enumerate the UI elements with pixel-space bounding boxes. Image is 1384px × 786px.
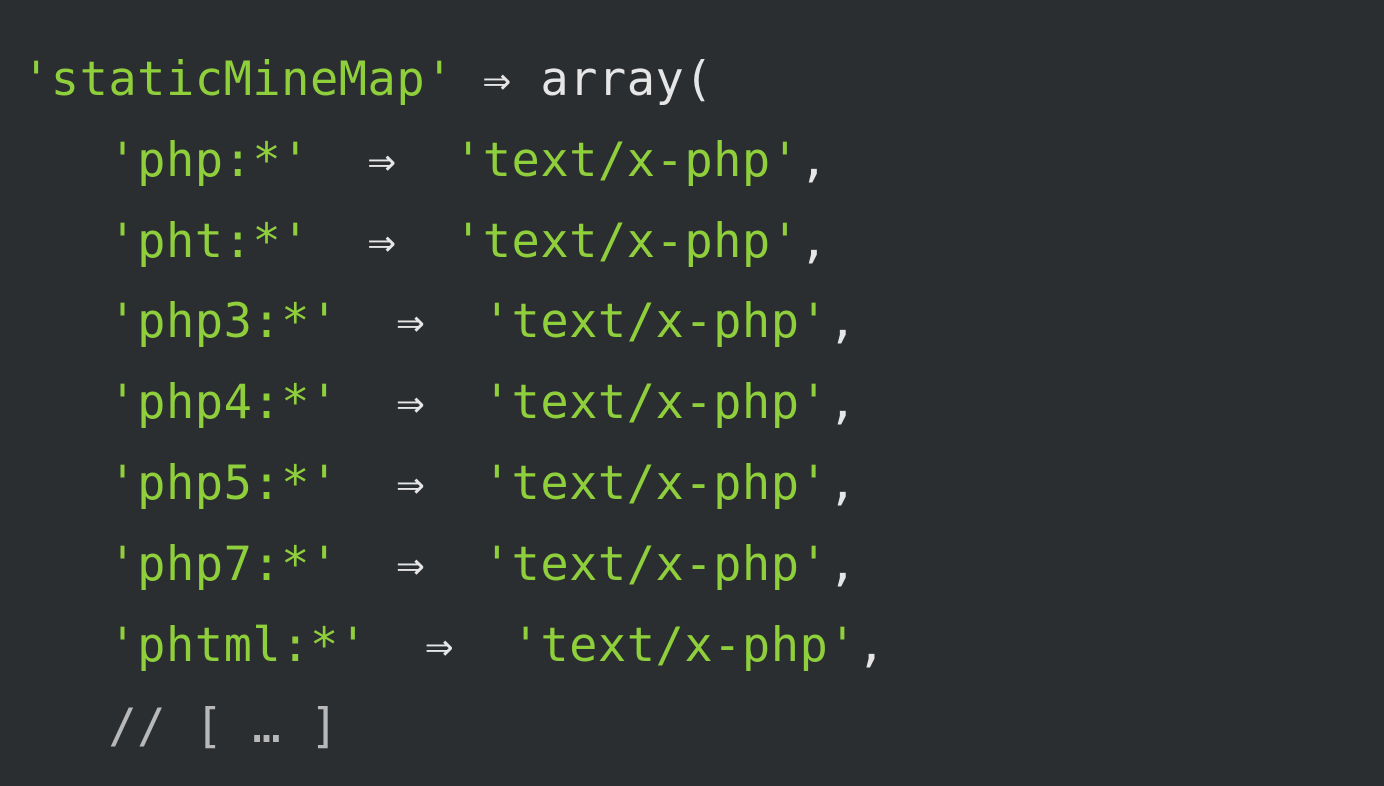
comma: , bbox=[800, 133, 829, 188]
entry-key: 'php:*' bbox=[108, 133, 310, 188]
double-arrow-icon: ⇒ bbox=[396, 537, 425, 592]
open-paren: ( bbox=[684, 52, 713, 107]
comma: , bbox=[828, 537, 857, 592]
double-arrow-icon: ⇒ bbox=[425, 618, 454, 673]
entry-key: 'phtml:*' bbox=[108, 618, 367, 673]
array-keyword: array bbox=[540, 52, 684, 107]
entry-key: 'php4:*' bbox=[108, 375, 338, 430]
entry-key: 'php3:*' bbox=[108, 294, 338, 349]
entry-value: 'text/x-php' bbox=[483, 294, 829, 349]
comment: // [ … ] bbox=[108, 699, 338, 754]
entry-value: 'text/x-php' bbox=[483, 375, 829, 430]
double-arrow-icon: ⇒ bbox=[396, 456, 425, 511]
comma: , bbox=[828, 294, 857, 349]
double-arrow-icon: ⇒ bbox=[483, 52, 512, 107]
double-arrow-icon: ⇒ bbox=[396, 294, 425, 349]
entry-value: 'text/x-php' bbox=[512, 618, 858, 673]
comma: , bbox=[828, 375, 857, 430]
entry-value: 'text/x-php' bbox=[483, 456, 829, 511]
entry-value: 'text/x-php' bbox=[454, 214, 800, 269]
comma: , bbox=[800, 214, 829, 269]
double-arrow-icon: ⇒ bbox=[396, 375, 425, 430]
comma: , bbox=[828, 456, 857, 511]
code-block: 'staticMineMap' ⇒ array( 'php:*' ⇒ 'text… bbox=[0, 0, 1384, 767]
entry-key: 'php5:*' bbox=[108, 456, 338, 511]
entry-value: 'text/x-php' bbox=[483, 537, 829, 592]
array-key-string: 'staticMineMap' bbox=[22, 52, 454, 107]
double-arrow-icon: ⇒ bbox=[368, 133, 397, 188]
entry-key: 'pht:*' bbox=[108, 214, 310, 269]
entry-key: 'php7:*' bbox=[108, 537, 338, 592]
comma: , bbox=[857, 618, 886, 673]
entry-value: 'text/x-php' bbox=[454, 133, 800, 188]
double-arrow-icon: ⇒ bbox=[368, 214, 397, 269]
